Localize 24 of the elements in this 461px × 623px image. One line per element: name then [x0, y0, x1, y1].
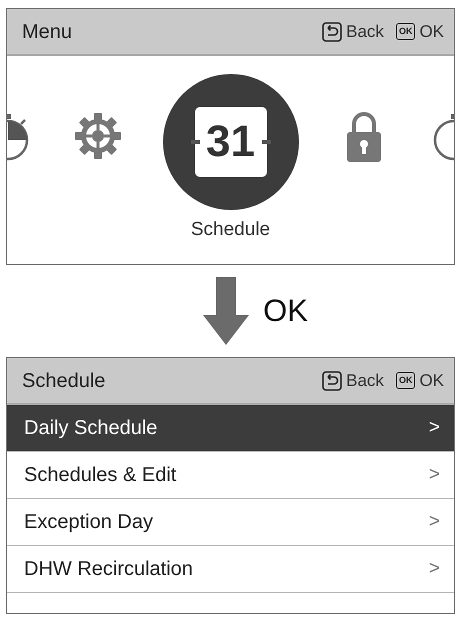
chevron-icon: >	[428, 554, 440, 584]
back-label: Back	[346, 370, 384, 392]
menu-item-label: Exception Day	[24, 510, 153, 535]
down-arrow-icon	[203, 275, 250, 347]
chevron-icon: >	[428, 460, 440, 490]
screen-title: Schedule	[22, 368, 106, 394]
transition-label: OK	[263, 292, 308, 330]
ok-label: OK	[419, 370, 444, 392]
screen-title: Menu	[22, 20, 72, 44]
menu-item-label: Schedules & Edit	[24, 463, 176, 488]
back-label: Back	[346, 20, 384, 43]
ok-label: OK	[419, 20, 444, 43]
back-icon	[322, 370, 342, 390]
chevron-icon: >	[428, 414, 440, 442]
menu-item-label: DHW Recirculation	[24, 557, 193, 582]
chevron-icon: >	[428, 508, 440, 536]
ok-key: OK	[396, 23, 416, 40]
calendar-day: 31	[206, 120, 255, 164]
back-icon	[322, 22, 342, 42]
selected-item-label: Schedule	[190, 218, 270, 242]
menu-item-label: Daily Schedule	[24, 416, 158, 441]
menu-item[interactable]: Daily Schedule >	[7, 405, 454, 452]
ok-key: OK	[396, 372, 416, 389]
settings-icon	[72, 111, 122, 161]
